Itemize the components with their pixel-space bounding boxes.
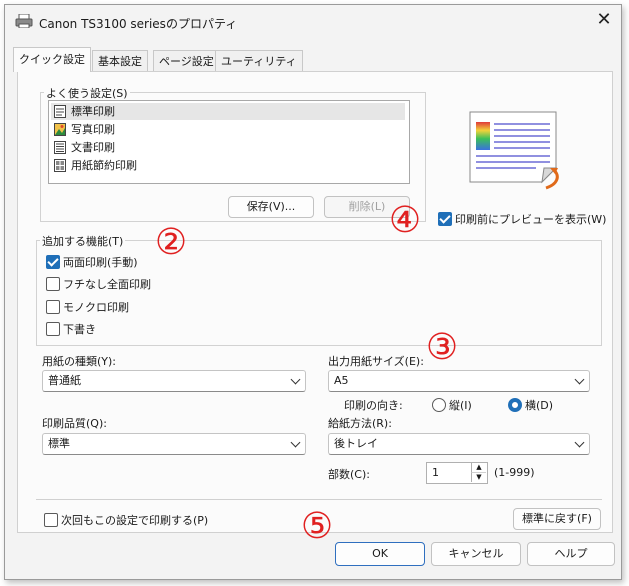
document-print-icon	[54, 141, 66, 154]
borderless-checkbox[interactable]	[46, 277, 60, 291]
paper-source-value: 後トレイ	[334, 437, 378, 450]
portrait-radio[interactable]	[432, 398, 446, 412]
printer-icon	[15, 14, 33, 28]
list-item[interactable]: 写真印刷	[51, 121, 405, 138]
paper-source-select[interactable]: 後トレイ	[328, 433, 590, 455]
output-size-label: 出力用紙サイズ(E):	[328, 355, 424, 368]
annotation-4: ④	[388, 200, 422, 241]
copies-value: 1	[432, 466, 439, 479]
preview-label: 印刷前にプレビューを表示(W)	[455, 213, 607, 226]
print-quality-label: 印刷品質(Q):	[42, 417, 107, 430]
preview-checkbox[interactable]	[438, 212, 452, 226]
close-icon[interactable]: ✕	[593, 9, 615, 31]
list-item-label: 文書印刷	[71, 141, 115, 154]
draft-label: 下書き	[63, 323, 96, 336]
media-type-value: 普通紙	[48, 374, 81, 387]
portrait-label: 縦(I)	[449, 399, 472, 412]
features-label: 追加する機能(T)	[40, 233, 126, 249]
divider	[36, 499, 602, 500]
chevron-down-icon	[574, 437, 585, 448]
title-bar: Canon TS3100 seriesのプロパティ ✕	[5, 5, 621, 39]
output-size-value: A5	[334, 374, 349, 387]
cancel-button[interactable]: キャンセル	[431, 542, 521, 566]
list-item[interactable]: 用紙節約印刷	[51, 157, 405, 174]
grayscale-checkbox[interactable]	[46, 300, 60, 314]
draft-checkbox[interactable]	[46, 322, 60, 336]
standard-print-icon	[54, 105, 66, 118]
tab-page-setup[interactable]: ページ設定	[153, 50, 220, 72]
list-item[interactable]: 標準印刷	[51, 103, 405, 120]
orientation-label: 印刷の向き:	[344, 399, 403, 412]
list-item-label: 用紙節約印刷	[71, 159, 137, 172]
print-quality-value: 標準	[48, 437, 70, 450]
annotation-3: ③	[425, 327, 459, 368]
chevron-down-icon	[290, 437, 301, 448]
tab-quick-setup[interactable]: クイック設定	[13, 47, 91, 72]
spin-down-icon[interactable]: ▼	[471, 473, 486, 482]
presets-label: よく使う設定(S)	[44, 85, 130, 101]
tab-utility[interactable]: ユーティリティ	[215, 50, 303, 72]
tab-main[interactable]: 基本設定	[92, 50, 148, 72]
paper-saving-icon	[54, 159, 66, 172]
annotation-5: ⑤	[300, 506, 334, 547]
duplex-checkbox[interactable]	[46, 255, 60, 269]
list-item-label: 標準印刷	[71, 105, 115, 118]
presets-list[interactable]: 標準印刷 写真印刷 文書印刷 用紙節約印刷	[48, 100, 410, 184]
photo-print-icon	[54, 123, 66, 136]
duplex-label: 両面印刷(手動)	[63, 256, 138, 269]
list-item[interactable]: 文書印刷	[51, 139, 405, 156]
output-size-select[interactable]: A5	[328, 370, 590, 392]
media-type-label: 用紙の種類(Y):	[42, 355, 117, 368]
copies-input[interactable]: 1 ▲ ▼	[426, 462, 488, 484]
always-print-checkbox[interactable]	[44, 513, 58, 527]
properties-dialog: Canon TS3100 seriesのプロパティ ✕ クイック設定 基本設定 …	[4, 4, 622, 580]
list-item-label: 写真印刷	[71, 123, 115, 136]
annotation-2: ②	[154, 222, 188, 263]
chevron-down-icon	[574, 374, 585, 385]
paper-source-label: 給紙方法(R):	[328, 417, 392, 430]
copies-range: (1-999)	[494, 466, 535, 479]
copies-label: 部数(C):	[328, 468, 370, 481]
borderless-label: フチなし全面印刷	[63, 278, 151, 291]
media-type-select[interactable]: 普通紙	[42, 370, 306, 392]
window-title: Canon TS3100 seriesのプロパティ	[39, 17, 238, 31]
restore-defaults-button[interactable]: 標準に戻す(F)	[513, 508, 601, 530]
print-quality-select[interactable]: 標準	[42, 433, 306, 455]
spin-up-icon[interactable]: ▲	[471, 463, 486, 473]
save-button[interactable]: 保存(V)...	[228, 196, 314, 218]
ok-button[interactable]: OK	[335, 542, 425, 566]
landscape-label: 横(D)	[525, 399, 554, 412]
quick-setup-panel: よく使う設定(S) 標準印刷 写真印刷 文書印刷 用紙節約印刷 保存(V)...…	[17, 71, 613, 533]
always-print-label: 次回もこの設定で印刷する(P)	[61, 514, 209, 527]
landscape-radio[interactable]	[508, 398, 522, 412]
grayscale-label: モノクロ印刷	[63, 301, 129, 314]
page-preview-icon	[469, 111, 559, 190]
help-button[interactable]: ヘルプ	[527, 542, 615, 566]
chevron-down-icon	[290, 374, 301, 385]
